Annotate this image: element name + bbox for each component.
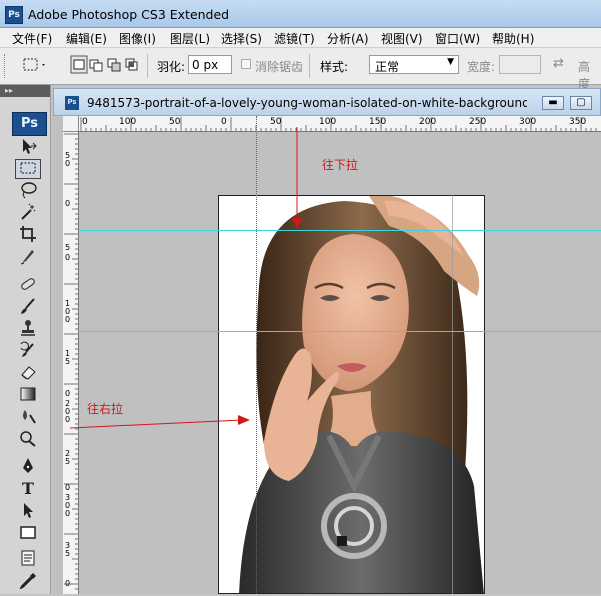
drag-right-annotation: 往右拉 bbox=[87, 402, 124, 416]
drag-down-annotation: 往下拉 bbox=[322, 158, 359, 172]
drag-down-arrow bbox=[292, 127, 302, 229]
annotation-overlay bbox=[69, 127, 302, 429]
